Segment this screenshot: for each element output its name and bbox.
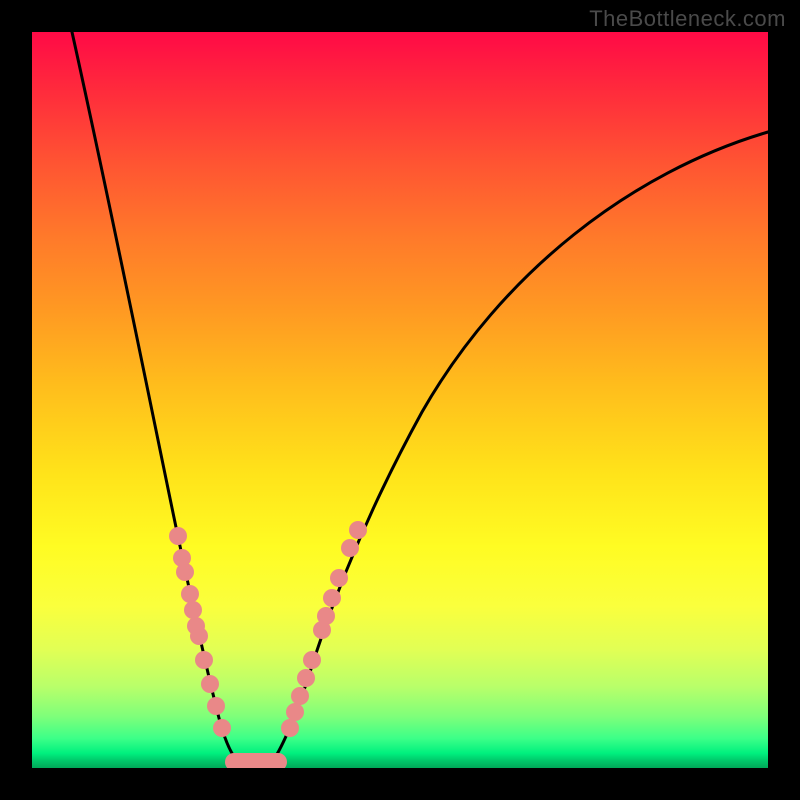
data-point xyxy=(213,719,231,737)
data-point xyxy=(281,719,299,737)
dots-right-group xyxy=(281,521,367,737)
dots-left-group xyxy=(169,527,231,737)
data-point xyxy=(297,669,315,687)
data-point xyxy=(195,651,213,669)
curve-right xyxy=(270,132,768,765)
data-point xyxy=(323,589,341,607)
watermark-text: TheBottleneck.com xyxy=(589,6,786,32)
data-point xyxy=(341,539,359,557)
data-point xyxy=(286,703,304,721)
data-point xyxy=(201,675,219,693)
data-point xyxy=(330,569,348,587)
data-point xyxy=(176,563,194,581)
data-point xyxy=(303,651,321,669)
curve-left xyxy=(72,32,242,765)
data-point xyxy=(181,585,199,603)
data-point xyxy=(317,607,335,625)
data-point xyxy=(184,601,202,619)
data-point xyxy=(169,527,187,545)
plot-area xyxy=(32,32,768,768)
data-point xyxy=(291,687,309,705)
overlay-svg xyxy=(32,32,768,768)
data-point xyxy=(349,521,367,539)
data-point xyxy=(190,627,208,645)
data-point xyxy=(207,697,225,715)
chart-container: TheBottleneck.com xyxy=(0,0,800,800)
